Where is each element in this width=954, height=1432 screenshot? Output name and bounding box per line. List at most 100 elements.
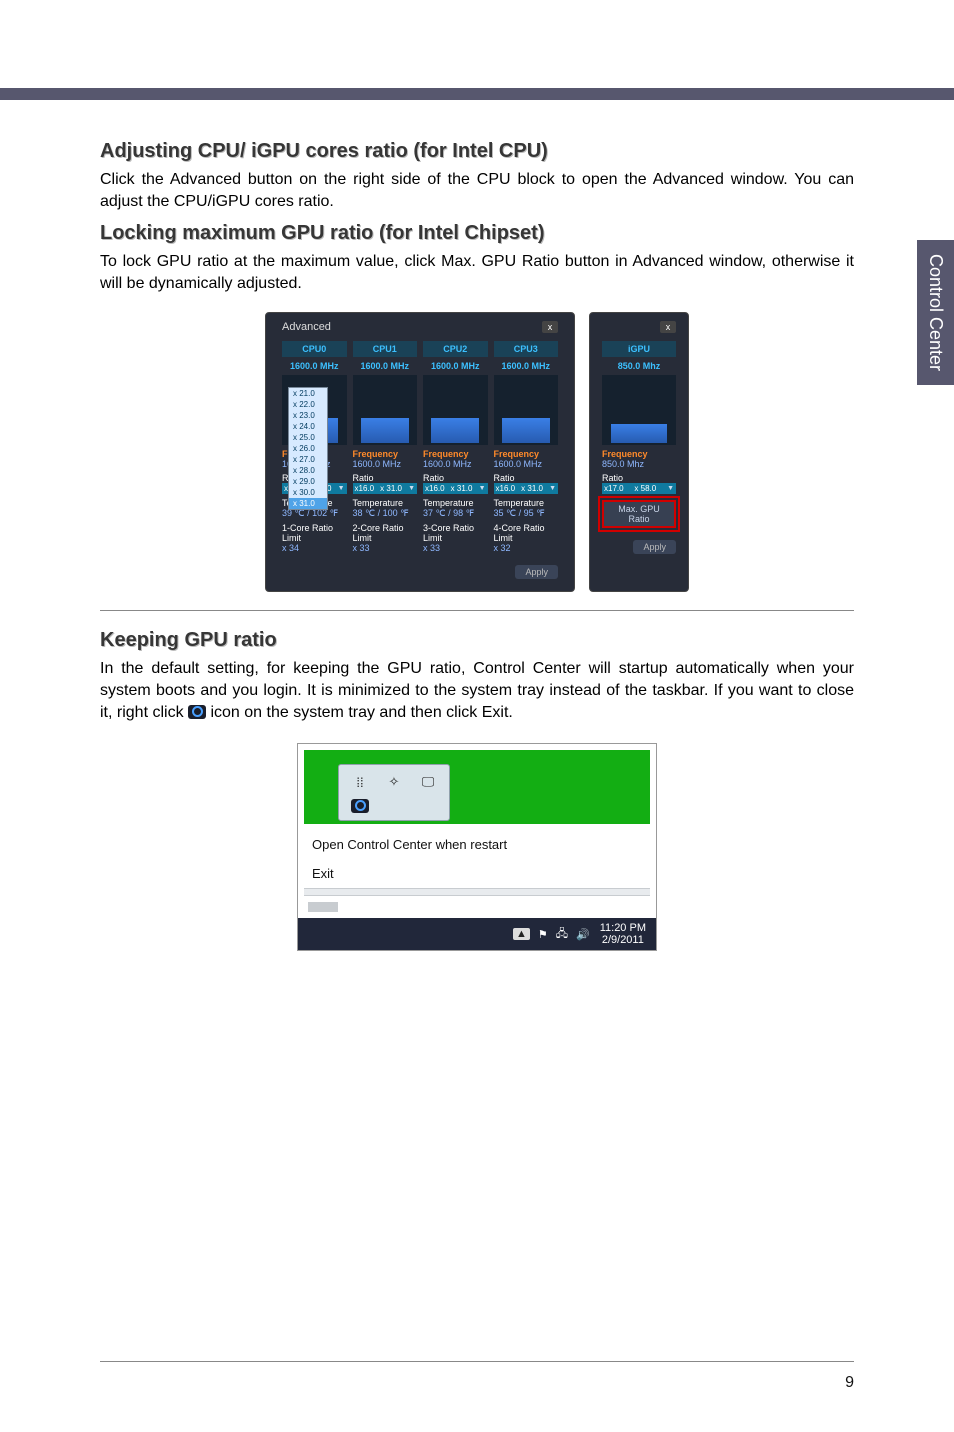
ratio-option[interactable]: x 28.0	[289, 465, 327, 476]
ratio-option[interactable]: x 29.0	[289, 476, 327, 487]
ratio-option[interactable]: x 30.0	[289, 487, 327, 498]
label-frequency: Frequency	[423, 449, 488, 459]
cpu0-mhz: 1600.0 MHz	[282, 357, 347, 375]
cpu3-bar	[494, 375, 559, 445]
cpu1-limit: x 33	[353, 543, 418, 553]
page-number: 9	[845, 1374, 854, 1392]
divider	[100, 610, 854, 611]
close-icon[interactable]: x	[660, 321, 676, 333]
notification-icon[interactable]: ✧	[385, 773, 403, 791]
tray-overflow-popup: ⁞⁞ ✧ 🖵	[338, 764, 450, 821]
ratio-option[interactable]: x 22.0	[289, 399, 327, 410]
cpu0-tab[interactable]: CPU0	[282, 341, 347, 357]
advanced-title: Advanced	[282, 321, 331, 333]
taskbar-stub	[308, 902, 338, 912]
chevron-down-icon: ▼	[667, 485, 674, 492]
cpu1-tab[interactable]: CPU1	[353, 341, 418, 357]
cpu1-bar	[353, 375, 418, 445]
volume-icon[interactable]: 🔊	[576, 928, 590, 941]
body-lock-gpu: To lock GPU ratio at the maximum value, …	[100, 251, 854, 294]
cpu2-tab[interactable]: CPU2	[423, 341, 488, 357]
label-ratio: Ratio	[353, 473, 418, 483]
cpu1-temp: 38 ℃ / 100 ℉	[353, 508, 418, 519]
cpu2-frequency: 1600.0 MHz	[423, 459, 488, 469]
body-adjust-cpu: Click the Advanced button on the right s…	[100, 169, 854, 212]
control-center-icon[interactable]	[351, 797, 369, 815]
cpu3-ratio-select[interactable]: x16.0x 31.0▼	[494, 483, 559, 494]
cpu2-bar	[423, 375, 488, 445]
cpu1-frequency: 1600.0 MHz	[353, 459, 418, 469]
advanced-dialog-figure: Advanced x x 21.0 x 22.0 x 23.0 x 24.0 x…	[100, 312, 854, 592]
ratio-option[interactable]: x 21.0	[289, 388, 327, 399]
body-keep-gpu: In the default setting, for keeping the …	[100, 658, 854, 723]
label-temperature: Temperature	[423, 498, 488, 508]
ratio-option-selected[interactable]: x 31.0	[289, 498, 327, 509]
chevron-down-icon: ▼	[479, 485, 486, 492]
max-gpu-ratio-button[interactable]: Max. GPU Ratio	[602, 500, 676, 528]
label-ratio: Ratio	[494, 473, 559, 483]
system-tray-figure: ⁞⁞ ✧ 🖵 Open Control Center when restart …	[100, 743, 854, 951]
ratio-option[interactable]: x 27.0	[289, 454, 327, 465]
cpu2-column: CPU2 1600.0 MHz Frequency 1600.0 MHz Rat…	[423, 341, 488, 553]
label-frequency: Frequency	[353, 449, 418, 459]
label-ratio: Ratio	[423, 473, 488, 483]
tray-green-area: ⁞⁞ ✧ 🖵	[304, 750, 650, 824]
ratio-option[interactable]: x 25.0	[289, 432, 327, 443]
monitor-icon[interactable]: 🖵	[419, 773, 437, 791]
ratio-dropdown-list[interactable]: x 21.0 x 22.0 x 23.0 x 24.0 x 25.0 x 26.…	[288, 387, 328, 510]
show-hidden-icons-icon[interactable]: ▲	[513, 928, 530, 940]
chevron-down-icon: ▼	[549, 485, 556, 492]
cpu2-mhz: 1600.0 MHz	[423, 357, 488, 375]
label-1core-limit: 1-Core Ratio Limit	[282, 523, 347, 543]
ratio-option[interactable]: x 26.0	[289, 443, 327, 454]
ratio-option[interactable]: x 23.0	[289, 410, 327, 421]
label-temperature: Temperature	[353, 498, 418, 508]
cpu2-limit: x 33	[423, 543, 488, 553]
igpu-ratio-select[interactable]: x17.0x 58.0▼	[602, 483, 676, 494]
cpu3-column: CPU3 1600.0 MHz Frequency 1600.0 MHz Rat…	[494, 341, 559, 553]
side-tab: Control Center	[917, 240, 954, 385]
device-icon[interactable]: ⁞⁞	[351, 773, 369, 791]
menu-exit[interactable]: Exit	[298, 859, 656, 888]
label-ratio: Ratio	[602, 473, 623, 483]
tray-divider	[304, 888, 650, 896]
label-3core-limit: 3-Core Ratio Limit	[423, 523, 488, 543]
chevron-down-icon: ▼	[408, 485, 415, 492]
igpu-tab[interactable]: iGPU	[602, 341, 676, 357]
footer-rule	[100, 1361, 854, 1362]
apply-button[interactable]: Apply	[515, 565, 558, 579]
cpu3-frequency: 1600.0 MHz	[494, 459, 559, 469]
cpu2-temp: 37 ℃ / 98 ℉	[423, 508, 488, 519]
cpu0-limit: x 34	[282, 543, 347, 553]
network-icon[interactable]: 🖧	[556, 925, 568, 944]
igpu-frequency: 850.0 Mhz	[602, 459, 644, 469]
label-temperature: Temperature	[494, 498, 559, 508]
label-frequency: Frequency	[494, 449, 559, 459]
igpu-window: x iGPU 850.0 Mhz Frequency 850.0 Mhz Rat…	[589, 312, 689, 592]
cpu1-mhz: 1600.0 MHz	[353, 357, 418, 375]
close-icon[interactable]: x	[542, 321, 558, 333]
action-center-icon[interactable]: ⚑	[538, 928, 548, 941]
clock[interactable]: 11:20 PM 2/9/2011	[600, 922, 646, 946]
control-center-tray-icon	[188, 705, 206, 719]
label-frequency: Frequency	[602, 449, 648, 459]
cpu1-column: CPU1 1600.0 MHz Frequency 1600.0 MHz Rat…	[353, 341, 418, 553]
cpu3-mhz: 1600.0 MHz	[494, 357, 559, 375]
apply-button[interactable]: Apply	[633, 540, 676, 554]
cpu3-temp: 35 ℃ / 95 ℉	[494, 508, 559, 519]
cpu1-ratio-select[interactable]: x16.0x 31.0▼	[353, 483, 418, 494]
label-4core-limit: 4-Core Ratio Limit	[494, 523, 559, 543]
label-2core-limit: 2-Core Ratio Limit	[353, 523, 418, 543]
cpu3-tab[interactable]: CPU3	[494, 341, 559, 357]
cpu2-ratio-select[interactable]: x16.0x 31.0▼	[423, 483, 488, 494]
heading-adjust-cpu: Adjusting CPU/ iGPU cores ratio (for Int…	[100, 140, 854, 163]
taskbar-tray: ▲ ⚑ 🖧 🔊 11:20 PM 2/9/2011	[298, 918, 656, 950]
heading-keep-gpu: Keeping GPU ratio	[100, 629, 854, 652]
ratio-option[interactable]: x 24.0	[289, 421, 327, 432]
chevron-down-icon: ▼	[338, 485, 345, 492]
igpu-mhz: 850.0 Mhz	[618, 357, 661, 375]
igpu-bar	[602, 375, 676, 445]
advanced-window: Advanced x x 21.0 x 22.0 x 23.0 x 24.0 x…	[265, 312, 575, 592]
page-header-bar	[0, 0, 954, 100]
menu-open-on-restart[interactable]: Open Control Center when restart	[298, 830, 656, 859]
